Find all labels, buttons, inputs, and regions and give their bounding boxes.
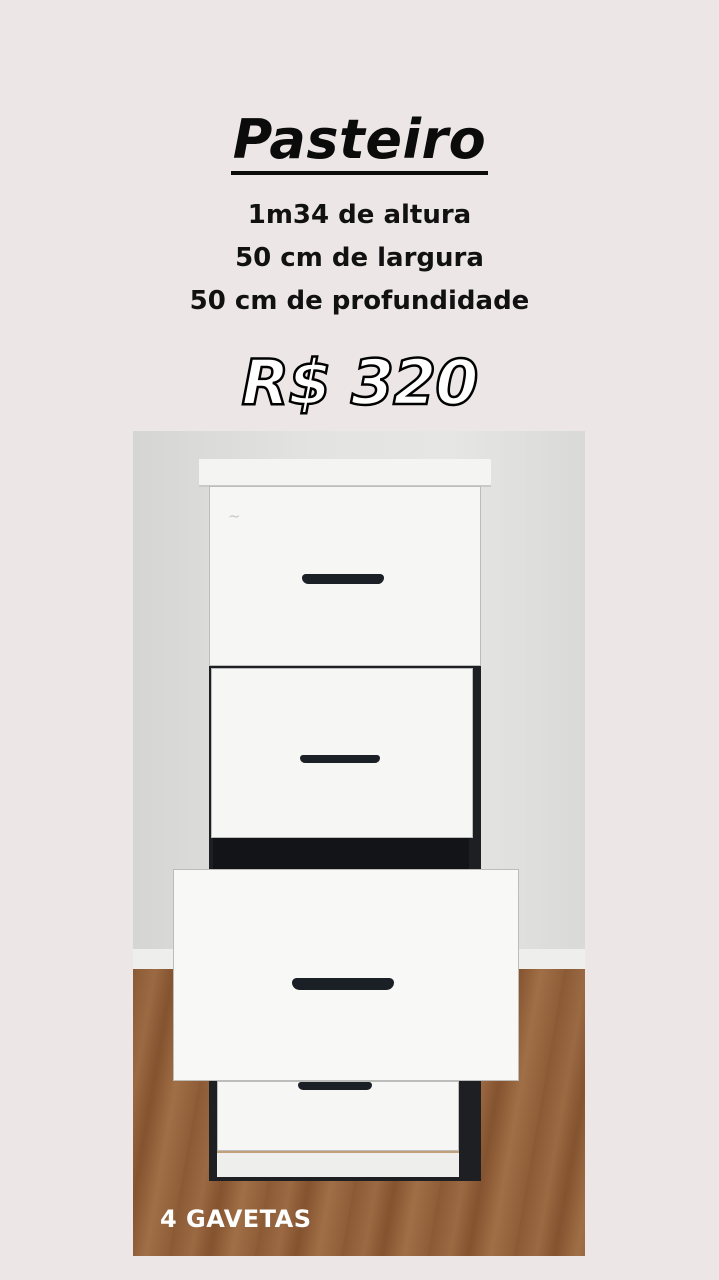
drawer-4 <box>217 1081 459 1151</box>
drawer-handle-icon <box>298 1082 372 1090</box>
drawer-1: ~ <box>209 486 481 666</box>
spec-width: 50 cm de largura <box>235 243 484 273</box>
specs-block: 1m34 de altura 50 cm de largura 50 cm de… <box>0 194 719 323</box>
drawer-2 <box>211 668 473 838</box>
drawer-handle-icon <box>302 574 384 584</box>
product-title: Pasteiro <box>0 108 719 175</box>
product-photo: ~ <box>133 431 585 1256</box>
cabinet-top <box>199 459 491 487</box>
drawer-count-caption: 4 GAVETAS <box>160 1205 312 1233</box>
product-title-text: Pasteiro <box>230 108 489 175</box>
pencil-mark: ~ <box>228 507 241 525</box>
drawer-handle-icon <box>300 755 380 763</box>
price-label: R$ 320 <box>240 345 479 421</box>
drawer-handle-icon <box>292 978 394 990</box>
cabinet-plinth <box>217 1151 459 1177</box>
spec-height: 1m34 de altura <box>247 200 472 230</box>
drawer-3-open <box>173 869 519 1081</box>
spec-depth: 50 cm de profundidade <box>189 286 530 316</box>
